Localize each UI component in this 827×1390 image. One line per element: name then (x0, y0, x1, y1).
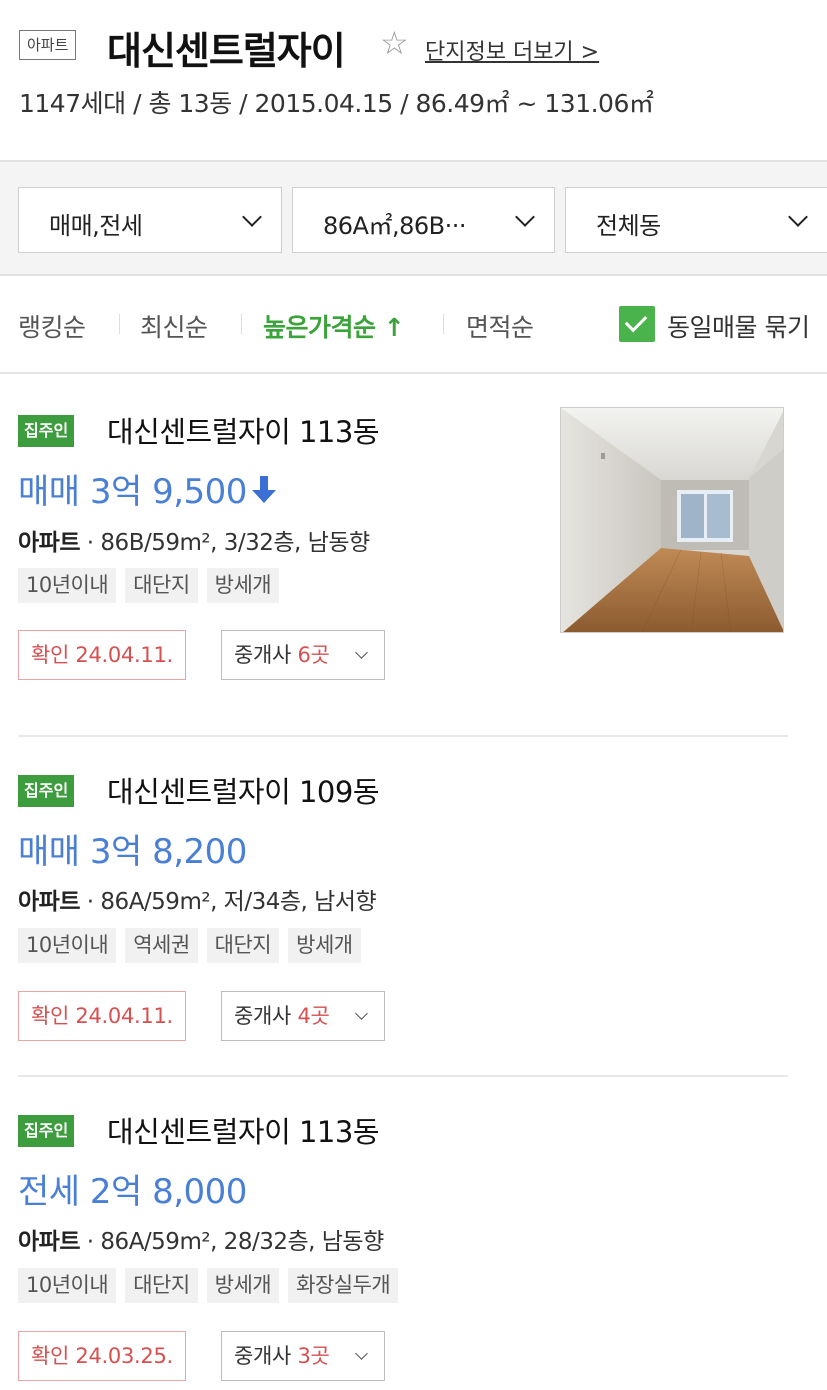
feature-tag: 10년이내 (18, 928, 117, 963)
listing-detail: 86A/59m², 저/34층, 남서향 (100, 889, 377, 915)
broker-dropdown[interactable]: 중개사 3곳 (221, 1331, 385, 1381)
property-type-badge: 아파트 (19, 30, 77, 60)
building-value: 전체동 (596, 212, 661, 240)
listing-price-row: 매매 3억 8,200 (18, 824, 247, 873)
chevron-down-icon (788, 207, 808, 227)
room-photo-image (561, 408, 783, 632)
listing-spec: 아파트 · 86B/59m², 3/32층, 남동향 (18, 530, 370, 556)
broker-count: 4곳 (297, 1004, 330, 1028)
feature-tag: 방세개 (206, 1268, 280, 1303)
listing-spec: 아파트 · 86A/59m², 28/32층, 남동향 (18, 1229, 384, 1255)
broker-label: 중개사 (234, 1344, 292, 1368)
broker-dropdown[interactable]: 중개사 4곳 (221, 991, 385, 1041)
feature-tag: 화장실두개 (288, 1268, 399, 1303)
listing-price-row: 매매 3억 9,500 (18, 464, 277, 513)
area-value: 86A㎡,86B··· (323, 212, 466, 240)
complex-title: 대신센트럴자이 (107, 29, 346, 73)
complex-info-link[interactable]: 단지정보 더보기 > (425, 34, 599, 66)
star-icon[interactable]: ☆ (380, 27, 409, 59)
listing-price: 전세 2억 8,000 (18, 1172, 247, 1212)
listing-price-row: 전세 2억 8,000 (18, 1164, 247, 1213)
confirmed-date: 확인 24.04.11. (18, 630, 186, 680)
owner-badge: 집주인 (18, 415, 75, 447)
feature-tag: 대단지 (125, 568, 198, 603)
sort-ranking[interactable]: 랭킹순 (18, 308, 86, 344)
sort-divider (443, 314, 444, 334)
listing-tags: 10년이내 역세권 대단지 방세개 (18, 928, 361, 963)
group-same-label[interactable]: 동일매물 묶기 (667, 308, 810, 344)
sort-divider (119, 314, 120, 334)
confirmed-date: 확인 24.04.11. (18, 991, 186, 1041)
feature-tag: 방세개 (206, 568, 280, 603)
broker-dropdown[interactable]: 중개사 6곳 (221, 630, 385, 680)
complex-summary: 1147세대 / 총 13동 / 2015.04.15 / 86.49㎡ ~ 1… (19, 89, 654, 118)
feature-tag: 10년이내 (18, 1268, 117, 1303)
listing-detail: 86A/59m², 28/32층, 남동향 (100, 1229, 384, 1255)
broker-label: 중개사 (234, 643, 292, 667)
broker-label: 중개사 (234, 1004, 292, 1028)
listing-name[interactable]: 대신센트럴자이 113동 (107, 409, 380, 451)
listing-divider (18, 735, 788, 737)
listing-tags: 10년이내 대단지 방세개 (18, 568, 280, 603)
chevron-down-icon (355, 1007, 368, 1020)
feature-tag: 대단지 (206, 928, 280, 963)
broker-count: 6곳 (297, 643, 330, 667)
listing-name[interactable]: 대신센트럴자이 109동 (107, 769, 380, 811)
listing-price: 매매 3억 9,500 (18, 472, 247, 512)
price-down-arrow-icon (251, 474, 277, 506)
listing-detail: 86B/59m², 3/32층, 남동향 (100, 530, 370, 556)
confirmed-date: 확인 24.03.25. (18, 1331, 186, 1381)
listing-spec: 아파트 · 86A/59m², 저/34층, 남서향 (18, 889, 377, 915)
chevron-down-icon (355, 1347, 368, 1360)
feature-tag: 역세권 (125, 928, 198, 963)
group-same-checkbox[interactable] (619, 306, 655, 342)
complex-header: 아파트 대신센트럴자이 ☆ 단지정보 더보기 > 1147세대 / 총 13동 … (0, 0, 827, 160)
listing-tags: 10년이내 대단지 방세개 화장실두개 (18, 1268, 399, 1303)
owner-badge: 집주인 (18, 775, 75, 807)
listing-name[interactable]: 대신센트럴자이 113동 (107, 1109, 380, 1151)
trade-type-select[interactable]: 매매,전세 (18, 187, 282, 253)
feature-tag: 10년이내 (18, 568, 117, 603)
sort-latest[interactable]: 최신순 (140, 308, 208, 344)
broker-count: 3곳 (297, 1344, 330, 1368)
trade-type-value: 매매,전세 (49, 212, 143, 240)
listing-divider (18, 1075, 788, 1077)
feature-tag: 방세개 (288, 928, 361, 963)
listing-kind: 아파트 (18, 889, 80, 915)
sort-price-high[interactable]: 높은가격순 ↑ (263, 308, 405, 344)
feature-tag: 대단지 (125, 1268, 198, 1303)
chevron-down-icon (242, 207, 262, 227)
sort-divider (241, 314, 242, 334)
listing-price: 매매 3억 8,200 (18, 832, 247, 872)
filter-bar: 매매,전세 86A㎡,86B··· 전체동 (0, 160, 827, 276)
building-select[interactable]: 전체동 (565, 187, 827, 253)
chevron-down-icon (515, 207, 535, 227)
check-icon (624, 309, 648, 333)
listing-photo[interactable] (560, 407, 784, 633)
owner-badge: 집주인 (18, 1115, 75, 1147)
listing-kind: 아파트 (18, 530, 80, 556)
chevron-down-icon (355, 646, 368, 659)
sort-area[interactable]: 면적순 (466, 308, 534, 344)
listing-kind: 아파트 (18, 1229, 80, 1255)
area-select[interactable]: 86A㎡,86B··· (292, 187, 555, 253)
